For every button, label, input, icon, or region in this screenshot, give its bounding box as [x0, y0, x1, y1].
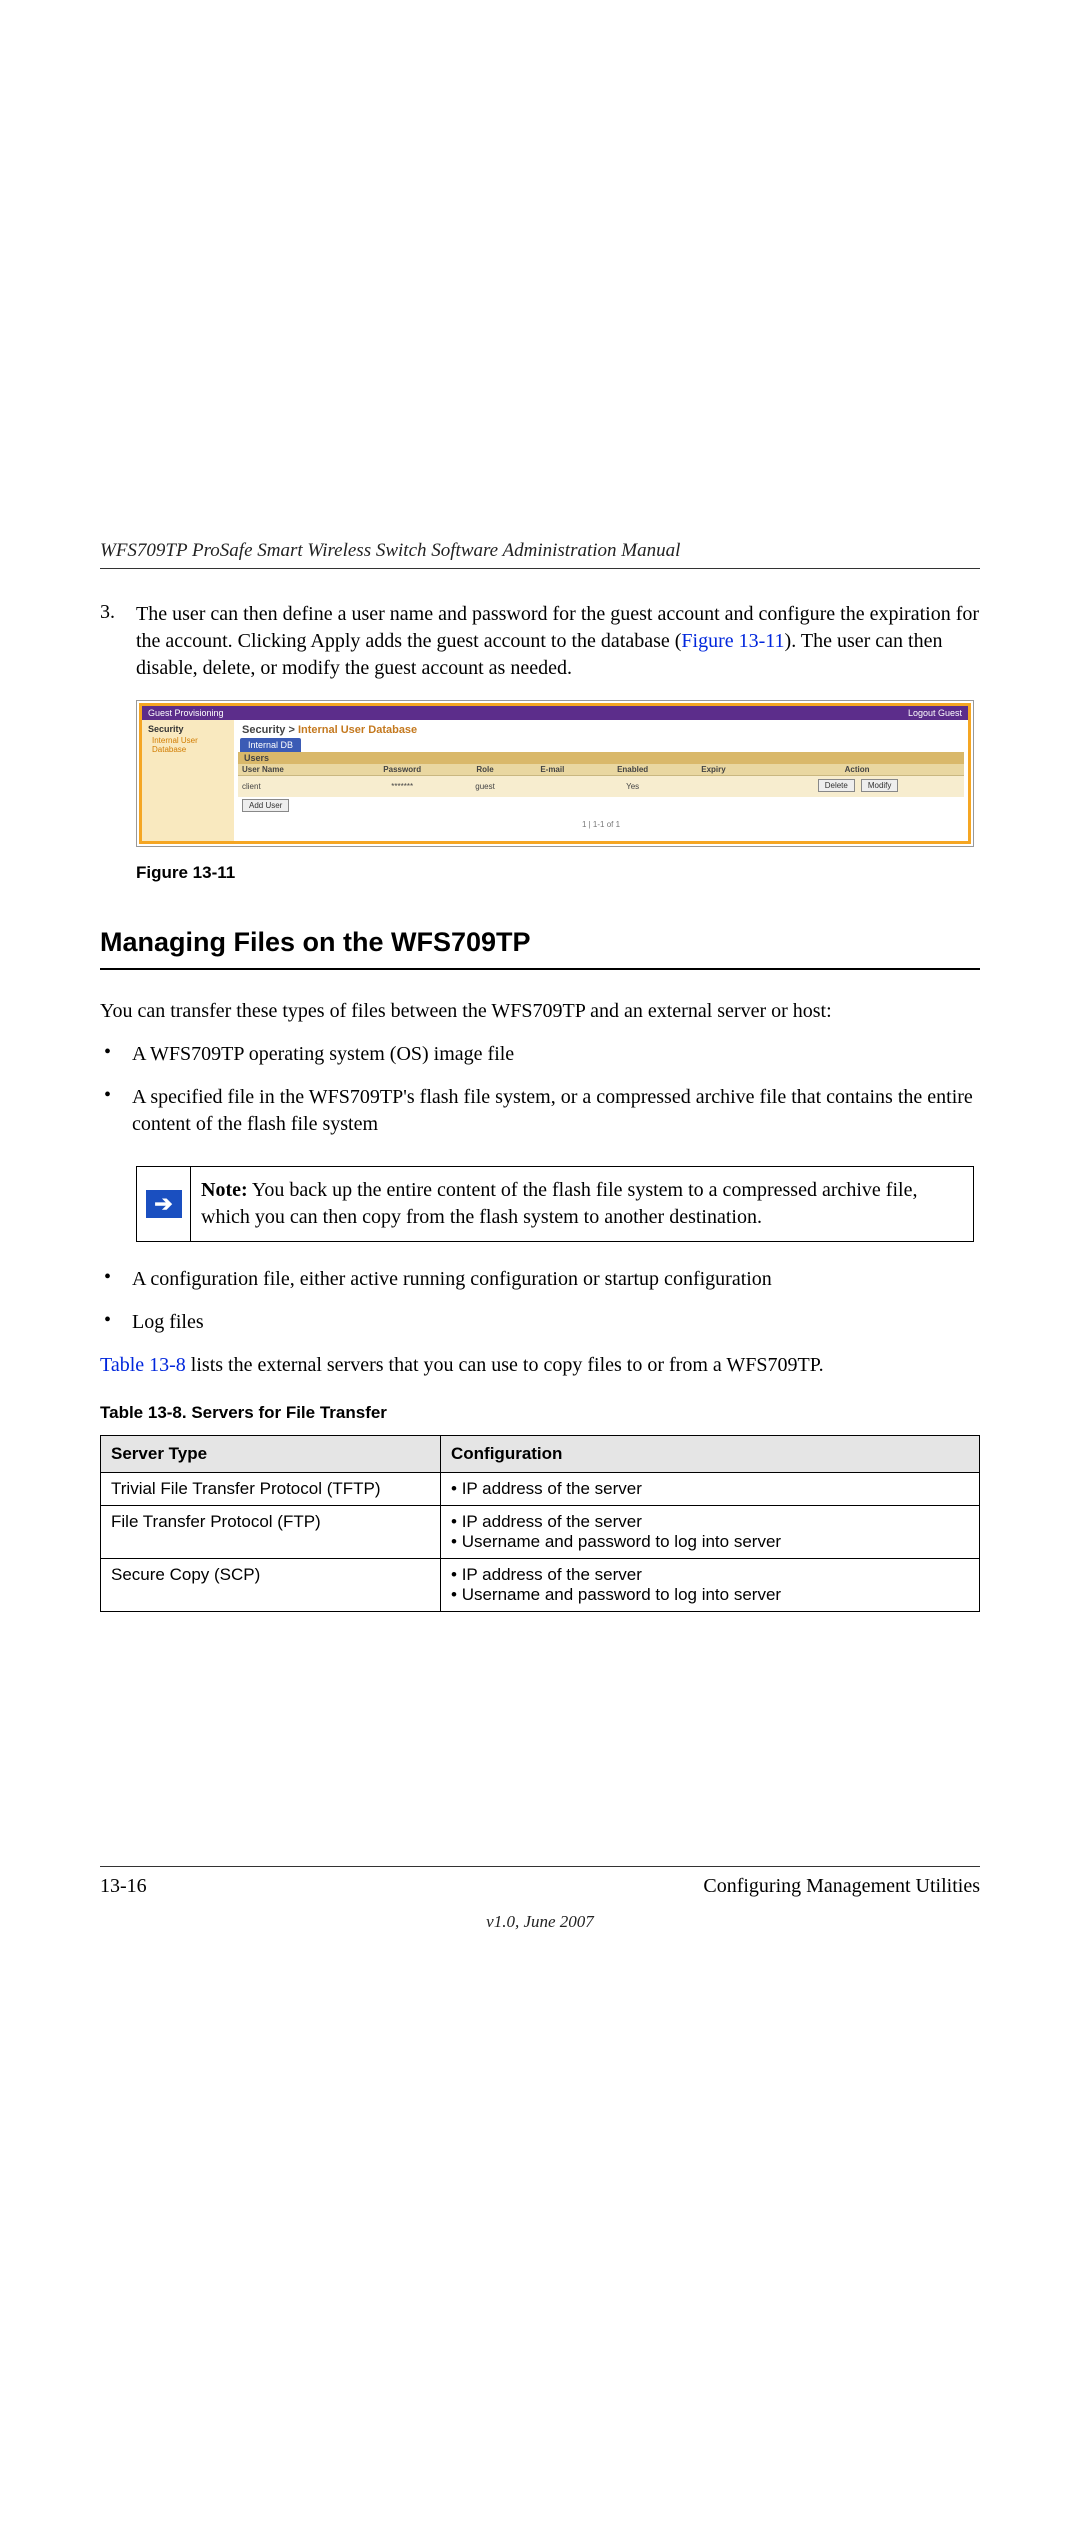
th-server-type: Server Type	[101, 1436, 441, 1473]
cell-role: guest	[454, 776, 516, 798]
bullet-text: A configuration file, either active runn…	[132, 1266, 980, 1293]
table-row: Secure Copy (SCP) IP address of the serv…	[101, 1559, 980, 1612]
document-page: WFS709TP ProSafe Smart Wireless Switch S…	[0, 0, 1080, 2532]
col-password: Password	[350, 764, 453, 776]
page-footer: 13-16 Configuring Management Utilities v…	[100, 1866, 980, 1932]
servers-table: Server Type Configuration Trivial File T…	[100, 1435, 980, 1612]
cfg-item: Username and password to log into server	[451, 1532, 969, 1552]
col-username: User Name	[238, 764, 350, 776]
section-heading: Managing Files on the WFS709TP	[100, 927, 980, 958]
section-rule	[100, 968, 980, 970]
bullet-text: Log files	[132, 1309, 980, 1336]
table-caption: Table 13-8. Servers for File Transfer	[100, 1403, 980, 1423]
delete-button[interactable]: Delete	[818, 779, 855, 792]
section-name: Configuring Management Utilities	[703, 1875, 980, 1898]
cell-expiry	[677, 776, 750, 798]
bullet-item: • A WFS709TP operating system (OS) image…	[100, 1041, 980, 1068]
bullet-mark: •	[100, 1041, 132, 1068]
bullet-mark: •	[100, 1266, 132, 1293]
arrow-icon: ➔	[146, 1190, 182, 1218]
step-text: The user can then define a user name and…	[136, 601, 980, 682]
figure-users-header: Users	[238, 752, 964, 764]
table-ref-paragraph: Table 13-8 lists the external servers th…	[100, 1352, 980, 1379]
breadcrumb-root: Security >	[242, 724, 298, 736]
cfg-item: Username and password to log into server	[451, 1585, 969, 1605]
note-callout: ➔ Note: You back up the entire content o…	[136, 1166, 974, 1242]
table-row: File Transfer Protocol (FTP) IP address …	[101, 1506, 980, 1559]
bullet-item: • Log files	[100, 1309, 980, 1336]
col-role: Role	[454, 764, 516, 776]
breadcrumb-leaf: Internal User Database	[298, 724, 417, 736]
th-configuration: Configuration	[441, 1436, 980, 1473]
figure-13-11: Guest Provisioning Logout Guest Security…	[136, 700, 980, 883]
cfg-item: IP address of the server	[451, 1565, 969, 1585]
cell-enabled: Yes	[588, 776, 676, 798]
figure-link[interactable]: Figure 13-11	[681, 630, 784, 652]
figure-side-sub[interactable]: Internal User Database	[148, 736, 228, 754]
body-content: 3. The user can then define a user name …	[100, 601, 980, 1612]
cell-server-type: Trivial File Transfer Protocol (TFTP)	[101, 1473, 441, 1506]
cell-action: Delete Modify	[750, 776, 964, 798]
col-enabled: Enabled	[588, 764, 676, 776]
note-body: You back up the entire content of the fl…	[201, 1179, 917, 1228]
cell-password: *******	[350, 776, 453, 798]
add-user-button[interactable]: Add User	[242, 799, 289, 812]
footer-rule	[100, 1866, 980, 1867]
cell-configuration: IP address of the server	[441, 1473, 980, 1506]
figure-side-head: Security	[148, 724, 228, 734]
col-expiry: Expiry	[677, 764, 750, 776]
col-action: Action	[750, 764, 964, 776]
figure-titlebar: Guest Provisioning Logout Guest	[142, 706, 968, 720]
header-rule	[100, 568, 980, 569]
figure-bar-right[interactable]: Logout Guest	[908, 708, 962, 718]
cell-email	[516, 776, 588, 798]
figure-tab[interactable]: Internal DB	[240, 738, 301, 752]
step-3: 3. The user can then define a user name …	[100, 601, 980, 682]
cell-server-type: File Transfer Protocol (FTP)	[101, 1506, 441, 1559]
step-number: 3.	[100, 601, 136, 682]
figure-sidebar: Security Internal User Database	[142, 720, 234, 841]
running-header: WFS709TP ProSafe Smart Wireless Switch S…	[100, 540, 980, 562]
cell-configuration: IP address of the serverUsername and pas…	[441, 1559, 980, 1612]
cfg-item: IP address of the server	[451, 1479, 969, 1499]
col-email: E-mail	[516, 764, 588, 776]
note-text: Note: You back up the entire content of …	[191, 1167, 973, 1241]
cfg-item: IP address of the server	[451, 1512, 969, 1532]
note-lead: Note:	[201, 1179, 248, 1201]
modify-button[interactable]: Modify	[861, 779, 899, 792]
table-link[interactable]: Table 13-8	[100, 1354, 186, 1376]
table-row: client ******* guest Yes Delete Modify	[238, 776, 964, 798]
version-line: v1.0, June 2007	[100, 1912, 980, 1932]
figure-bar-left: Guest Provisioning	[148, 708, 224, 718]
figure-caption: Figure 13-11	[136, 863, 980, 883]
table-ref-rest: lists the external servers that you can …	[186, 1354, 824, 1376]
cell-username: client	[238, 776, 350, 798]
cell-configuration: IP address of the serverUsername and pas…	[441, 1506, 980, 1559]
figure-breadcrumb: Security > Internal User Database	[234, 720, 968, 738]
table-row: Trivial File Transfer Protocol (TFTP) IP…	[101, 1473, 980, 1506]
bullet-item: • A configuration file, either active ru…	[100, 1266, 980, 1293]
note-icon-cell: ➔	[137, 1167, 191, 1241]
bullet-text: A specified file in the WFS709TP's flash…	[132, 1084, 980, 1138]
bullet-mark: •	[100, 1309, 132, 1336]
figure-pager: 1 | 1-1 of 1	[234, 816, 968, 841]
figure-users-table: User Name Password Role E-mail Enabled E…	[238, 764, 964, 797]
intro-paragraph: You can transfer these types of files be…	[100, 998, 980, 1025]
bullet-item: • A specified file in the WFS709TP's fla…	[100, 1084, 980, 1138]
bullet-mark: •	[100, 1084, 132, 1138]
page-number: 13-16	[100, 1875, 147, 1898]
cell-server-type: Secure Copy (SCP)	[101, 1559, 441, 1612]
bullet-text: A WFS709TP operating system (OS) image f…	[132, 1041, 980, 1068]
figure-main: Security > Internal User Database Intern…	[234, 720, 968, 841]
